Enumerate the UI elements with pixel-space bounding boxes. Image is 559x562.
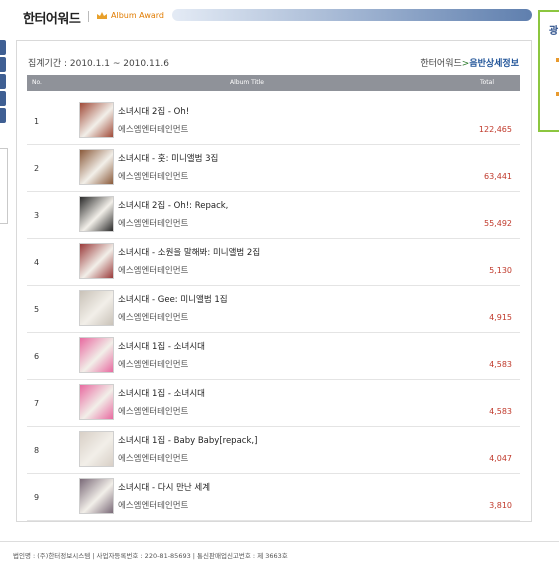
column-header-title: Album Title [230, 79, 264, 86]
album-cover-image[interactable] [79, 337, 114, 373]
award-subtitle: Album Award [111, 11, 164, 20]
left-nav [0, 40, 6, 125]
album-title-link[interactable]: 소녀시대 2집 - Oh!: Repack, [118, 199, 228, 211]
album-cover-image[interactable] [79, 102, 114, 138]
album-cover-image[interactable] [79, 149, 114, 185]
album-detail-link[interactable]: 한터어워드>음반상세정보 [420, 56, 519, 69]
album-cover-image[interactable] [79, 243, 114, 279]
album-total: 122,465 [478, 125, 512, 134]
album-total: 63,441 [484, 172, 512, 181]
table-row[interactable]: 3 소녀시대 2집 - Oh!: Repack, 에스엠엔터테인먼트 55,49… [27, 192, 520, 239]
album-total: 4,915 [489, 313, 512, 322]
album-list: 1 소녀시대 2집 - Oh! 에스엠엔터테인먼트 122,465 2 소녀시대… [27, 98, 520, 521]
album-label: 에스엠엔터테인먼트 [118, 313, 189, 323]
left-side-box [0, 148, 8, 224]
row-rank: 7 [34, 399, 40, 408]
page-title: 한터어워드 [23, 12, 81, 27]
album-total: 3,810 [489, 501, 512, 510]
album-label: 에스엠엔터테인먼트 [118, 454, 189, 464]
album-label: 에스엠엔터테인먼트 [118, 407, 189, 417]
crown-icon [97, 12, 107, 19]
row-rank: 6 [34, 352, 40, 361]
table-row[interactable]: 6 소녀시대 1집 - 소녀시대 에스엠엔터테인먼트 4,583 [27, 333, 520, 380]
header-divider [88, 11, 89, 22]
left-nav-tab[interactable] [0, 91, 6, 106]
album-title-link[interactable]: 소녀시대 2집 - Oh! [118, 105, 189, 117]
detail-prefix: 한터어워드 [420, 59, 462, 69]
row-rank: 4 [34, 258, 40, 267]
row-rank: 8 [34, 446, 40, 455]
album-cover-image[interactable] [79, 431, 114, 467]
footer-divider [0, 541, 559, 542]
album-total: 4,047 [489, 454, 512, 463]
column-header-total: Total [479, 79, 494, 86]
header-gradient-bar [172, 9, 532, 21]
column-header-no: No. [32, 79, 42, 86]
album-title-link[interactable]: 소녀시대 - 소원을 말해봐: 미니앨범 2집 [118, 246, 260, 258]
album-cover-image[interactable] [79, 196, 114, 232]
row-rank: 9 [34, 493, 40, 502]
album-label: 에스엠엔터테인먼트 [118, 501, 189, 511]
table-header: No. Album Title Total [27, 75, 520, 91]
album-label: 에스엠엔터테인먼트 [118, 125, 189, 135]
left-nav-tab[interactable] [0, 57, 6, 72]
left-nav-tab[interactable] [0, 40, 6, 55]
album-cover-image[interactable] [79, 384, 114, 420]
detail-link-text[interactable]: 음반상세정보 [469, 59, 519, 69]
album-title-link[interactable]: 소녀시대 1집 - 소녀시대 [118, 387, 205, 399]
table-row[interactable]: 8 소녀시대 1집 - Baby Baby[repack,] 에스엠엔터테인먼트… [27, 427, 520, 474]
album-title-link[interactable]: 소녀시대 - 다시 만난 세계 [118, 481, 210, 493]
album-total: 4,583 [489, 360, 512, 369]
album-label: 에스엠엔터테인먼트 [118, 360, 189, 370]
table-row[interactable]: 7 소녀시대 1집 - 소녀시대 에스엠엔터테인먼트 4,583 [27, 380, 520, 427]
table-row[interactable]: 5 소녀시대 - Gee: 미니앨범 1집 에스엠엔터테인먼트 4,915 [27, 286, 520, 333]
period-label: 집계기간 : 2010.1.1 ~ 2010.11.6 [28, 59, 170, 69]
album-title-link[interactable]: 소녀시대 1집 - 소녀시대 [118, 340, 205, 352]
ad-title: 광 [549, 26, 559, 37]
album-title-link[interactable]: 소녀시대 1집 - Baby Baby[repack,] [118, 434, 257, 446]
album-label: 에스엠엔터테인먼트 [118, 219, 189, 229]
album-label: 에스엠엔터테인먼트 [118, 172, 189, 182]
row-rank: 2 [34, 164, 40, 173]
album-cover-image[interactable] [79, 478, 114, 514]
table-row[interactable]: 2 소녀시대 - 훗: 미니앨범 3집 에스엠엔터테인먼트 63,441 [27, 145, 520, 192]
row-rank: 5 [34, 305, 40, 314]
row-rank: 3 [34, 211, 40, 220]
left-nav-tab[interactable] [0, 108, 6, 123]
album-cover-image[interactable] [79, 290, 114, 326]
album-title-link[interactable]: 소녀시대 - Gee: 미니앨범 1집 [118, 293, 228, 305]
table-row[interactable]: 1 소녀시대 2집 - Oh! 에스엠엔터테인먼트 122,465 [27, 98, 520, 145]
album-title-link[interactable]: 소녀시대 - 훗: 미니앨범 3집 [118, 152, 218, 164]
row-rank: 1 [34, 117, 40, 126]
table-row[interactable]: 9 소녀시대 - 다시 만난 세계 에스엠엔터테인먼트 3,810 [27, 474, 520, 521]
table-row[interactable]: 4 소녀시대 - 소원을 말해봐: 미니앨범 2집 에스엠엔터테인먼트 5,13… [27, 239, 520, 286]
album-total: 4,583 [489, 407, 512, 416]
left-nav-tab[interactable] [0, 74, 6, 89]
album-total: 5,130 [489, 266, 512, 275]
album-label: 에스엠엔터테인먼트 [118, 266, 189, 276]
album-total: 55,492 [484, 219, 512, 228]
footer-company-info: 법인명 : (주)한터정보시스템 | 사업자등록번호 : 220-81-8569… [13, 552, 288, 560]
